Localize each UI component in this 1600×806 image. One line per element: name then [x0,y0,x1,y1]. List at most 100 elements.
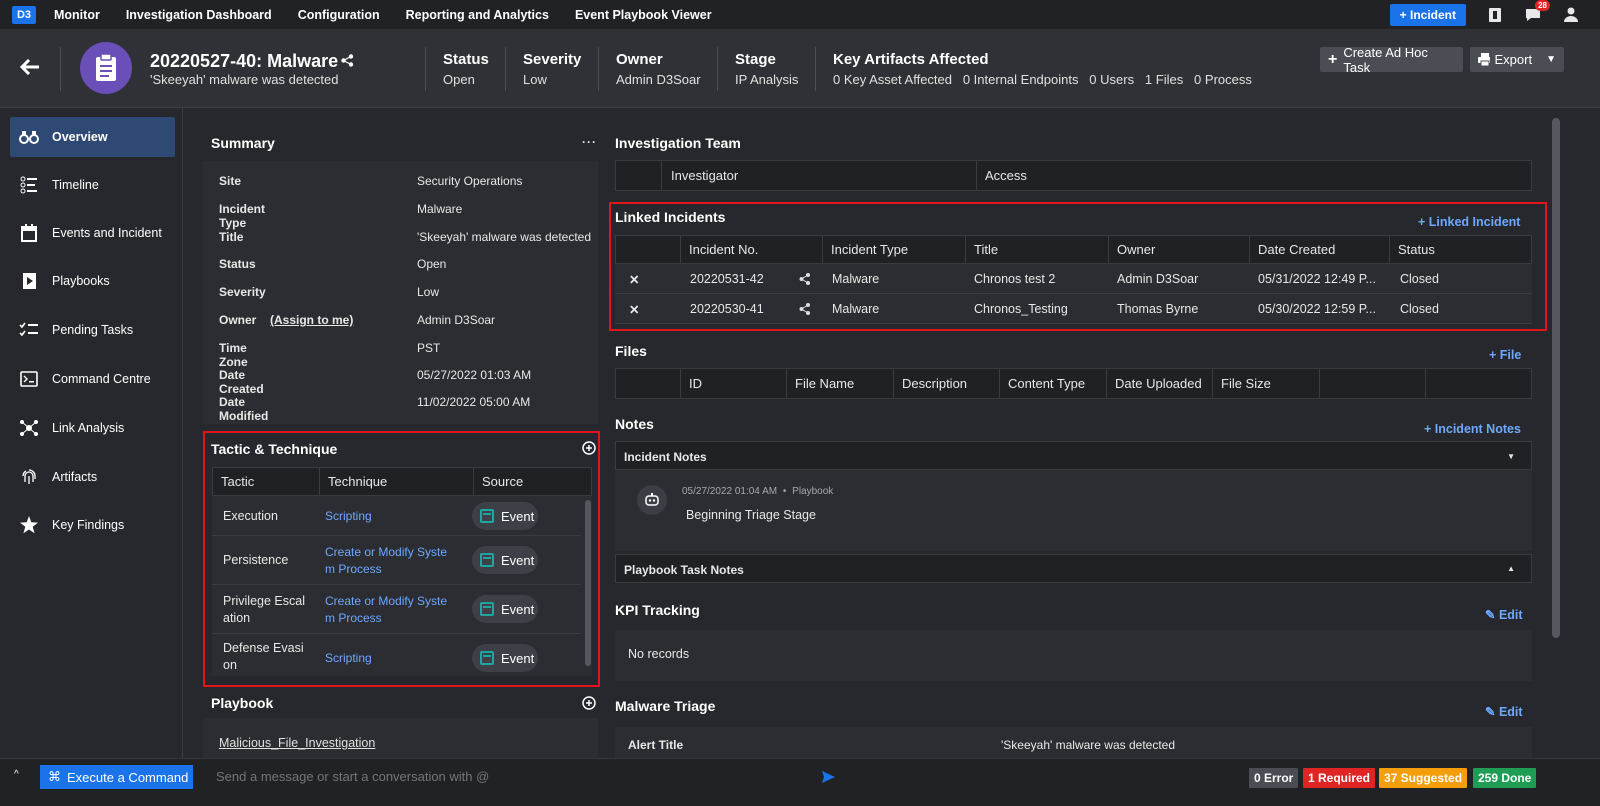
col-blank [616,369,624,398]
technique-line: Create or Modify Syste [325,545,448,559]
playbook-link[interactable]: Malicious_File_Investigation [219,736,375,750]
nav-configuration[interactable]: Configuration [298,8,380,22]
technique-link[interactable]: Create or Modify Syste m Process [325,593,447,627]
severity-label: Severity [523,51,582,68]
nav-investigation-dashboard[interactable]: Investigation Dashboard [126,8,272,22]
timeline-icon [18,175,40,195]
sidebar-item-overview[interactable]: Overview [10,117,175,157]
source-event-pill[interactable]: Event [472,644,538,672]
add-file-link[interactable]: + File [1489,348,1521,362]
incident-link[interactable]: 20220530-41 [690,294,764,324]
col-incident-type: Incident Type [822,236,908,263]
table-row: Privilege Escal ation Create or Modify Sy… [212,585,581,634]
source-event-pill[interactable]: Event [472,502,538,530]
status-value: Open [443,72,475,87]
files-table-header: ID File Name Description Content Type Da… [615,368,1532,399]
share-icon[interactable] [799,264,811,294]
required-count-chip[interactable]: 1 Required [1303,768,1376,788]
header-key-artifacts: Key Artifacts Affected 0 Key Asset Affec… [833,51,1252,87]
chat-icon[interactable]: 28 [1524,0,1550,24]
share-icon[interactable] [799,294,811,324]
execute-command-button[interactable]: ⌘ Execute a Command [40,765,193,789]
document-icon[interactable] [1486,6,1504,24]
chevron-down-icon[interactable]: ▼ [1507,452,1515,461]
summary-key: Incident Type [219,202,266,230]
summary-value: Low [417,285,440,299]
sidebar-item-pending-tasks[interactable]: Pending Tasks [10,310,175,350]
col-blank [616,161,661,190]
note-text: Beginning Triage Stage [686,508,816,522]
tactic-line: on [223,658,237,672]
assign-to-me-link[interactable]: (Assign to me) [270,313,353,327]
incident-notes-header[interactable]: Incident Notes ▼ [615,441,1532,470]
add-linked-incident-link[interactable]: + Linked Incident [1418,215,1520,229]
col-status: Status [1389,236,1435,263]
kpi-edit-link[interactable]: ✎ Edit [1485,607,1523,622]
technique-link[interactable]: Scripting [325,651,372,665]
incident-title: 20220527-40: Malware [150,51,339,71]
export-label: Export [1494,52,1533,67]
triage-edit-link[interactable]: ✎ Edit [1485,704,1523,719]
col-source: Source [473,468,523,495]
share-icon[interactable] [341,54,354,70]
d3-logo[interactable]: D3 [12,5,36,24]
add-incident-notes-link[interactable]: + Incident Notes [1424,422,1521,436]
message-input[interactable] [216,769,806,784]
checklist-icon [18,320,40,340]
error-count-chip[interactable]: 0 Error [1249,768,1299,788]
summary-value: PST [417,341,441,355]
header-status: Status Open [443,51,489,87]
sidebar-item-command-centre[interactable]: Command Centre [10,359,175,399]
tactic-line: ation [223,611,251,625]
owner-value: Admin D3Soar [616,72,701,87]
sidebar-item-timeline[interactable]: Timeline [10,165,175,205]
chevron-up-icon[interactable]: ^ [14,769,19,780]
send-icon[interactable] [822,771,835,786]
sidebar-item-playbooks[interactable]: Playbooks [10,261,175,301]
table-row: Execution Scripting Event [212,496,581,536]
nav-event-playbook-viewer[interactable]: Event Playbook Viewer [575,8,712,22]
sidebar-item-label: Link Analysis [52,421,125,435]
suggested-count-chip[interactable]: 37 Suggested [1379,768,1468,788]
kpi-title: KPI Tracking [615,602,700,618]
user-icon[interactable] [1562,6,1580,24]
remove-x-icon[interactable]: ✕ [629,264,639,294]
add-circle-icon[interactable] [582,696,596,713]
col-blank [616,236,624,263]
incident-notes-label: Incident Notes [624,450,707,464]
source-event-pill[interactable]: Event [472,595,538,623]
technique-link[interactable]: Create or Modify Syste m Process [325,544,447,578]
export-button[interactable]: Export ▼ [1470,47,1564,72]
sidebar-item-link-analysis[interactable]: Link Analysis [10,408,175,448]
incident-subtitle: 'Skeeyah' malware was detected [150,72,339,87]
nav-reporting[interactable]: Reporting and Analytics [406,8,549,22]
add-incident-button[interactable]: + Incident [1389,3,1466,26]
calendar-icon [480,651,494,665]
source-event-pill[interactable]: Event [472,546,538,574]
sidebar-item-key-findings[interactable]: Key Findings [10,505,175,545]
edit-label: Edit [1498,608,1523,622]
team-table-header: Investigator Access [615,160,1532,191]
col-tactic: Tactic [221,474,255,489]
incident-type-cell: Malware [832,272,880,286]
playbook-task-notes-header[interactable]: Playbook Task Notes ▲ [615,554,1532,583]
divider [505,47,506,91]
stage-label: Stage [735,51,776,68]
page-scrollbar[interactable] [1552,118,1560,638]
remove-x-icon[interactable]: ✕ [629,294,639,324]
sidebar-item-artifacts[interactable]: Artifacts [10,457,175,497]
done-count-chip[interactable]: 259 Done [1473,768,1537,788]
sidebar-item-events[interactable]: Events and Incident [10,213,175,253]
incident-link[interactable]: 20220531-42 [690,264,764,294]
more-options-icon[interactable]: ··· [582,135,597,149]
add-circle-icon[interactable] [582,441,596,458]
create-ad-hoc-task-button[interactable]: + Create Ad Hoc Task [1320,45,1463,75]
chevron-up-icon[interactable]: ▲ [1507,564,1515,573]
back-arrow-icon[interactable] [19,58,40,78]
date-cell: 05/30/2022 12:59 P... [1258,302,1376,316]
technique-link[interactable]: Scripting [325,509,372,523]
nav-monitor[interactable]: Monitor [54,8,100,22]
sidebar-item-label: Pending Tasks [52,323,134,337]
status-label: Status [443,51,489,68]
tactic-scrollbar[interactable] [585,500,591,666]
